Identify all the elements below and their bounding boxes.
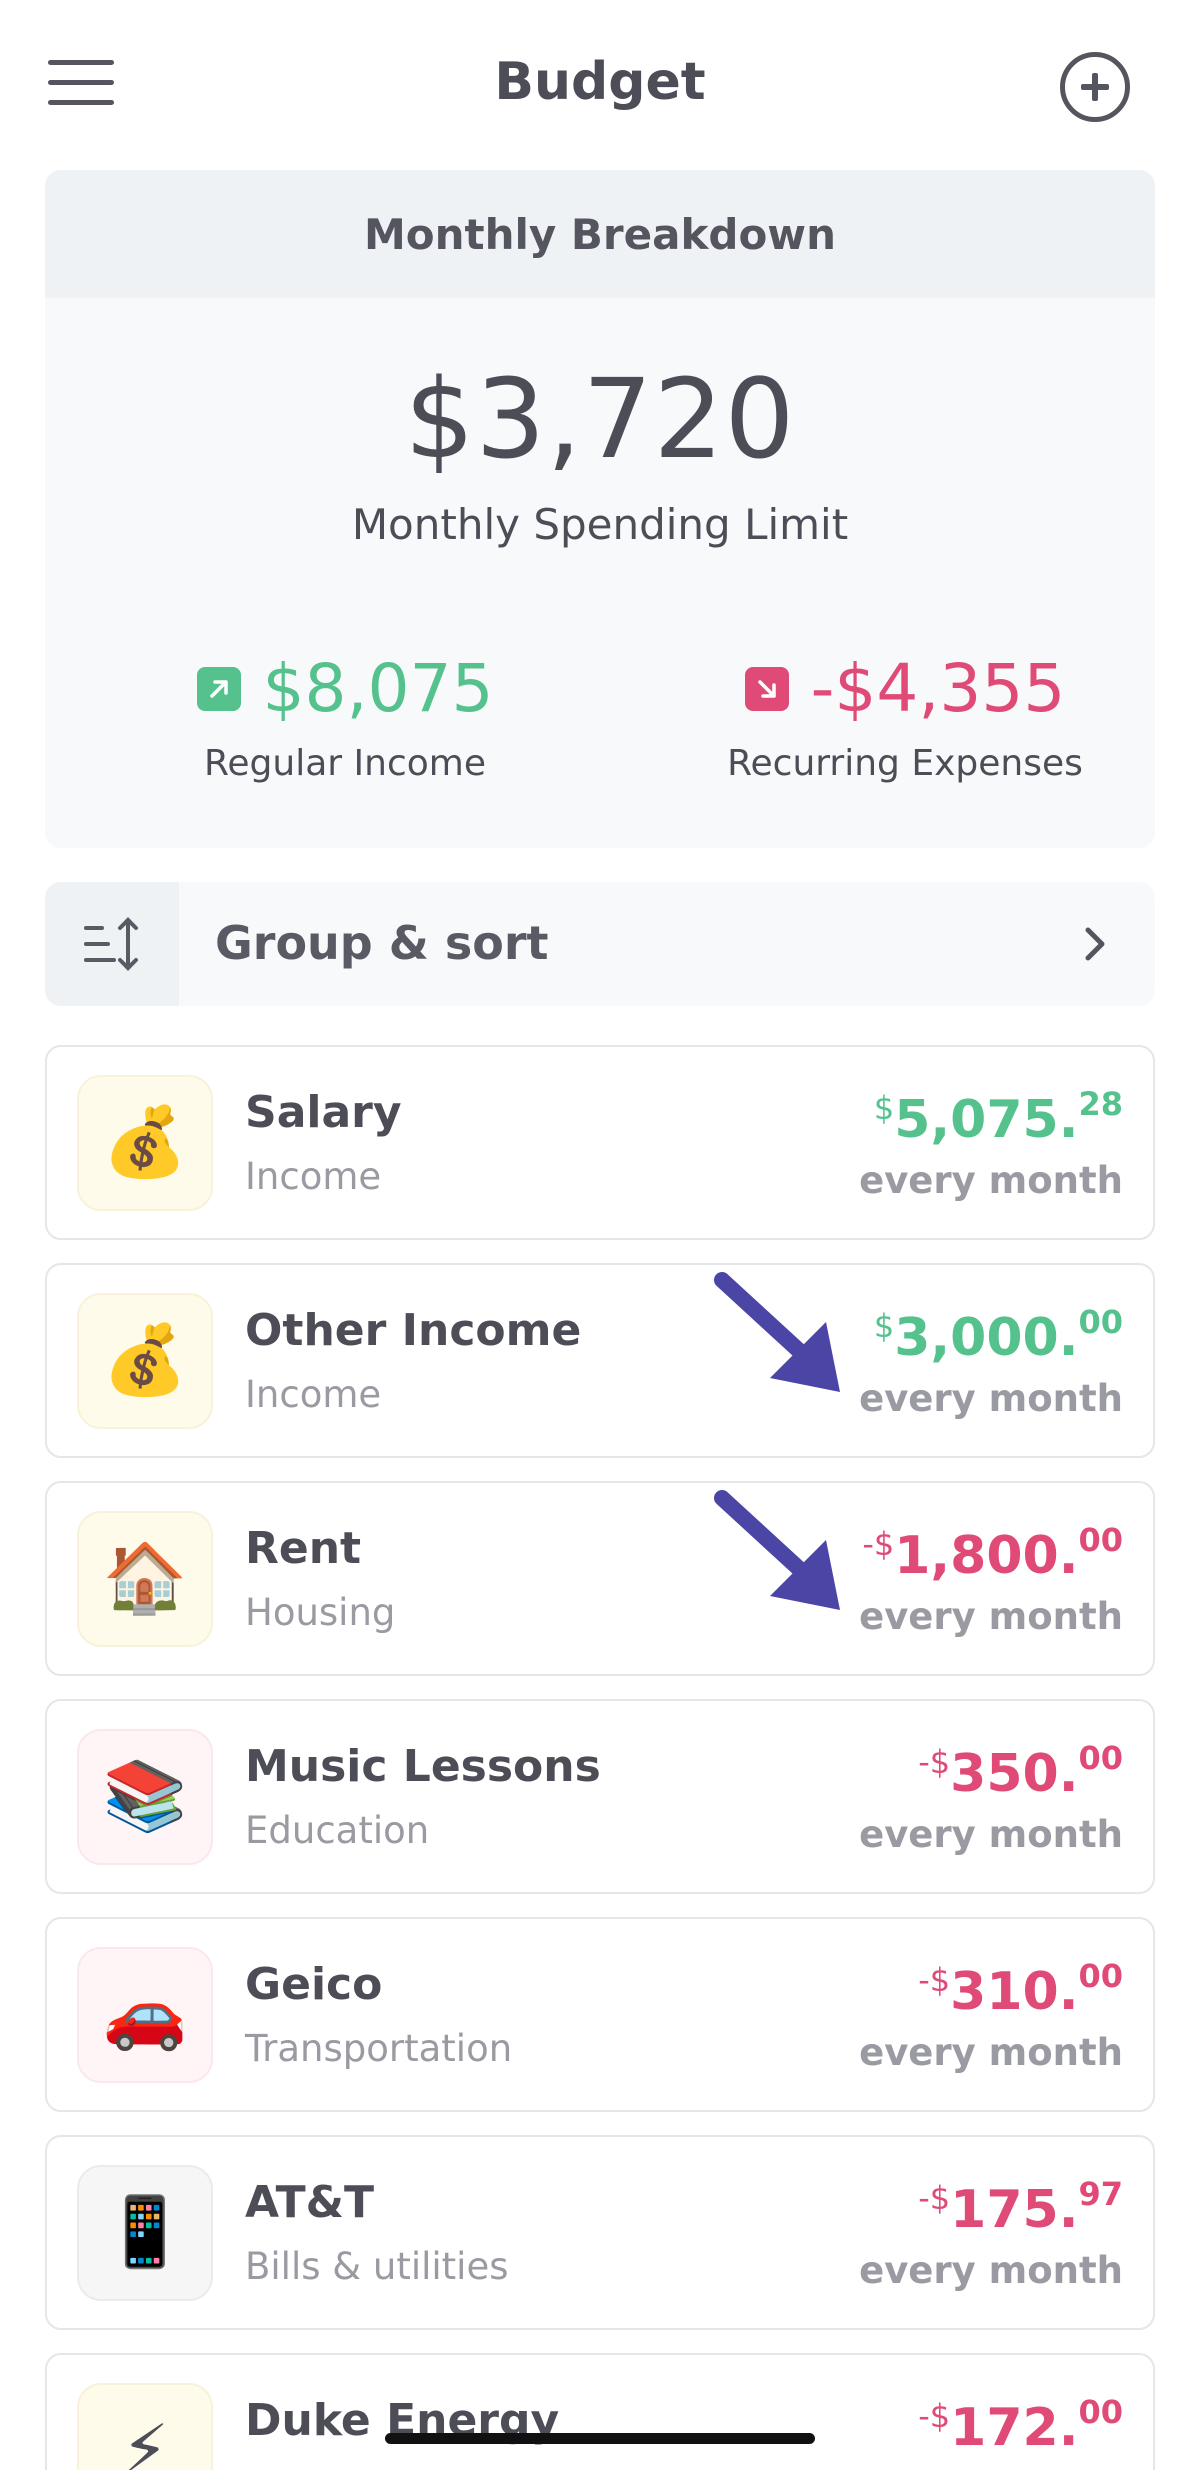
annotation-arrow-icon (714, 1490, 840, 1610)
annotation-arrow-icon (714, 1272, 840, 1392)
group-sort-label: Group & sort (215, 916, 549, 970)
budget-screen: Budget Monthly Breakdown $3,720 Monthly … (0, 0, 1200, 2470)
transaction-amount: -$175.97 (918, 2175, 1123, 2240)
plus-circle-icon[interactable] (1060, 52, 1130, 122)
transaction-category: Housing (245, 1591, 396, 1634)
group-sort-button[interactable]: Group & sort (45, 882, 1155, 1006)
transaction-row[interactable]: 💰 Salary Income $5,075.28 every month (45, 1045, 1155, 1240)
header: Budget (0, 0, 1200, 170)
transaction-row[interactable]: 📱 AT&T Bills & utilities -$175.97 every … (45, 2135, 1155, 2330)
transaction-frequency: every month (859, 1377, 1123, 1420)
spending-limit-label: Monthly Spending Limit (351, 500, 849, 549)
transaction-amount: -$350.00 (918, 1739, 1123, 1804)
transaction-row[interactable]: ⚡ Duke Energy -$172.00 (45, 2353, 1155, 2470)
transaction-category: Education (245, 1809, 430, 1852)
recurring-expenses-stat: -$4,355 Recurring Expenses (645, 650, 1155, 784)
transaction-name: Rent (245, 1523, 362, 1574)
money-bag-icon: 💰 (77, 1075, 213, 1211)
transaction-amount: -$172.00 (918, 2393, 1123, 2458)
transaction-row[interactable]: 🚗 Geico Transportation -$310.00 every mo… (45, 1917, 1155, 2112)
transaction-category: Income (245, 1373, 382, 1416)
monthly-breakdown-card: Monthly Breakdown $3,720 Monthly Spendin… (45, 170, 1155, 848)
transaction-amount: $5,075.28 (873, 1085, 1123, 1150)
transaction-amount: -$310.00 (918, 1957, 1123, 2022)
transaction-row[interactable]: 🏠 Rent Housing -$1,800.00 every month (45, 1481, 1155, 1676)
arrow-up-right-icon (196, 666, 241, 711)
transaction-row[interactable]: 💰 Other Income Income $3,000.00 every mo… (45, 1263, 1155, 1458)
regular-income-value: $8,075 (262, 650, 494, 727)
recurring-expenses-value: -$4,355 (810, 650, 1066, 727)
house-icon: 🏠 (77, 1511, 213, 1647)
transaction-amount: $3,000.00 (873, 1303, 1123, 1368)
transaction-frequency: every month (859, 2031, 1123, 2074)
lightning-icon: ⚡ (77, 2383, 213, 2470)
transaction-name: Salary (245, 1087, 402, 1138)
transaction-category: Transportation (245, 2027, 513, 2070)
transaction-frequency: every month (859, 1159, 1123, 1202)
transaction-row[interactable]: 📚 Music Lessons Education -$350.00 every… (45, 1699, 1155, 1894)
regular-income-stat: $8,075 Regular Income (85, 650, 605, 784)
car-icon: 🚗 (77, 1947, 213, 2083)
breakdown-heading: Monthly Breakdown (45, 170, 1155, 298)
books-icon: 📚 (77, 1729, 213, 1865)
transaction-name: Music Lessons (245, 1741, 601, 1792)
transaction-name: Other Income (245, 1305, 582, 1356)
arrow-down-right-icon (744, 666, 789, 711)
money-bag-icon: 💰 (77, 1293, 213, 1429)
sort-icon (45, 882, 179, 1006)
transaction-name: AT&T (245, 2177, 375, 2228)
transaction-amount: -$1,800.00 (862, 1521, 1123, 1586)
regular-income-label: Regular Income (204, 743, 486, 784)
home-indicator[interactable] (385, 2433, 815, 2444)
recurring-expenses-label: Recurring Expenses (727, 743, 1083, 784)
transaction-frequency: every month (859, 1595, 1123, 1638)
mobile-phone-icon: 📱 (77, 2165, 213, 2301)
transaction-frequency: every month (859, 2249, 1123, 2292)
transaction-frequency: every month (859, 1813, 1123, 1856)
transaction-category: Income (245, 1155, 382, 1198)
transaction-category: Bills & utilities (245, 2245, 509, 2288)
transaction-name: Geico (245, 1959, 383, 2010)
spending-limit-amount: $3,720 (404, 355, 796, 483)
chevron-right-icon (1082, 924, 1110, 968)
page-title: Budget (494, 52, 706, 112)
